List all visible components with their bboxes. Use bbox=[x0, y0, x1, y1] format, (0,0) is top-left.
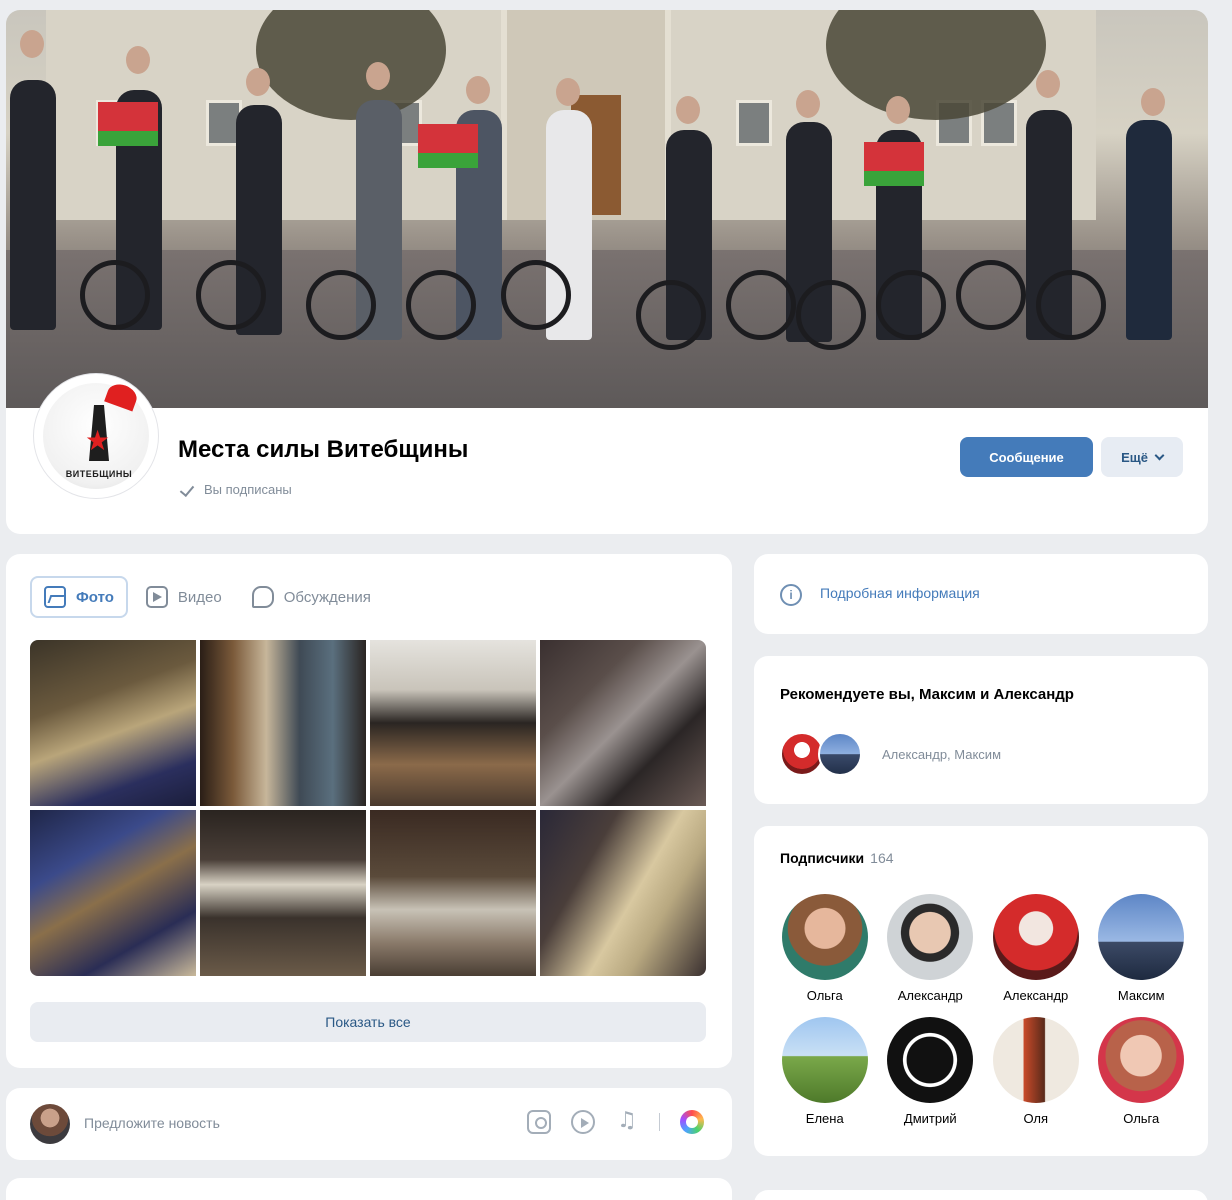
camera-icon[interactable] bbox=[527, 1110, 551, 1134]
avatar bbox=[887, 894, 974, 980]
subscribers-label: Подписчики bbox=[780, 850, 865, 866]
subscriber-item[interactable]: Оля bbox=[983, 1017, 1089, 1126]
avatar bbox=[887, 1017, 974, 1103]
avatar bbox=[1098, 894, 1185, 980]
photo-icon bbox=[44, 586, 66, 608]
photo-thumbnail[interactable] bbox=[200, 810, 366, 976]
tab-photo[interactable]: Фото bbox=[30, 576, 128, 618]
check-icon bbox=[180, 484, 196, 496]
photo-thumbnail[interactable] bbox=[30, 640, 196, 806]
subscriber-item[interactable]: Елена bbox=[772, 1017, 878, 1126]
page-title: Места силы Витебщины bbox=[178, 436, 469, 463]
media-tabs: Фото Видео Обсуждения bbox=[30, 576, 383, 618]
tab-discussions[interactable]: Обсуждения bbox=[240, 576, 383, 618]
recommend-names[interactable]: Александр, Максим bbox=[882, 747, 1001, 762]
media-block: Фото Видео Обсуждения Показать все bbox=[6, 554, 732, 1068]
tab-label: Фото bbox=[76, 588, 114, 606]
more-button-label: Ещё bbox=[1121, 449, 1148, 465]
info-block[interactable]: i Подробная информация bbox=[754, 554, 1208, 634]
avatar bbox=[992, 894, 1079, 980]
photo-thumbnail[interactable] bbox=[370, 810, 536, 976]
subscriber-name: Александр bbox=[1003, 988, 1069, 1003]
color-picker-icon[interactable] bbox=[680, 1110, 704, 1134]
avatar bbox=[992, 1017, 1079, 1103]
subscriber-item[interactable]: Максим bbox=[1089, 894, 1195, 1003]
details-link[interactable]: Подробная информация bbox=[820, 585, 980, 601]
photo-thumbnail[interactable] bbox=[370, 640, 536, 806]
recommend-block: Рекомендуете вы, Максим и Александр Алек… bbox=[754, 656, 1208, 804]
subscriber-item[interactable]: Александр bbox=[983, 894, 1089, 1003]
show-all-button[interactable]: Показать все bbox=[30, 1002, 706, 1042]
divider bbox=[659, 1113, 660, 1131]
photo-thumbnail[interactable] bbox=[540, 640, 706, 806]
video-icon bbox=[145, 586, 168, 608]
subscriber-item[interactable]: Александр bbox=[878, 894, 984, 1003]
tab-label: Видео bbox=[177, 588, 222, 606]
avatar bbox=[781, 894, 868, 980]
photo-thumbnail[interactable] bbox=[200, 640, 366, 806]
photo-grid bbox=[30, 640, 706, 976]
group-avatar[interactable]: ★ ВИТЕБЩИНЫ bbox=[34, 374, 158, 498]
subscriber-name: Елена bbox=[805, 1111, 844, 1126]
recommend-title: Рекомендуете вы, Максим и Александр bbox=[780, 686, 1074, 703]
subscribers-block: Подписчики 164 Ольга Александр Александр … bbox=[754, 826, 1208, 1156]
recommend-avatars[interactable] bbox=[780, 732, 862, 776]
photo-thumbnail[interactable] bbox=[540, 810, 706, 976]
video-icon[interactable] bbox=[571, 1110, 595, 1134]
subscriber-name: Дмитрий bbox=[903, 1111, 957, 1126]
photo-thumbnail[interactable] bbox=[30, 810, 196, 976]
cover-photo bbox=[6, 10, 1208, 422]
subscriber-item[interactable]: Ольга bbox=[772, 894, 878, 1003]
subscription-status[interactable]: Вы подписаны bbox=[180, 482, 292, 497]
avatar[interactable] bbox=[818, 732, 862, 776]
subscriber-name: Александр bbox=[897, 988, 963, 1003]
more-button[interactable]: Ещё bbox=[1101, 437, 1183, 477]
tab-video[interactable]: Видео bbox=[134, 576, 234, 618]
music-icon[interactable] bbox=[615, 1108, 639, 1134]
subscription-label: Вы подписаны bbox=[204, 482, 292, 497]
chevron-down-icon bbox=[1154, 450, 1165, 460]
suggest-news: Предложите новость bbox=[6, 1088, 732, 1160]
subscribers-grid: Ольга Александр Александр Максим Елена Д… bbox=[772, 894, 1194, 1126]
subscriber-item[interactable]: Дмитрий bbox=[878, 1017, 984, 1126]
group-header: ★ ВИТЕБЩИНЫ Места силы Витебщины Вы подп… bbox=[6, 374, 1208, 534]
next-card-right bbox=[754, 1190, 1208, 1200]
avatar-caption: ВИТЕБЩИНЫ bbox=[65, 469, 133, 479]
info-icon: i bbox=[780, 584, 802, 606]
subscriber-name: Ольга bbox=[806, 988, 843, 1003]
subscribers-title[interactable]: Подписчики 164 bbox=[780, 850, 894, 866]
subscriber-item[interactable]: Ольга bbox=[1089, 1017, 1195, 1126]
next-card bbox=[6, 1178, 732, 1200]
subscriber-name: Оля bbox=[1023, 1111, 1049, 1126]
avatar[interactable] bbox=[30, 1104, 70, 1144]
subscriber-name: Максим bbox=[1117, 988, 1165, 1003]
subscribers-count: 164 bbox=[870, 850, 894, 866]
subscriber-name: Ольга bbox=[1123, 1111, 1160, 1126]
suggest-news-input[interactable]: Предложите новость bbox=[84, 1115, 220, 1131]
message-button[interactable]: Сообщение bbox=[960, 437, 1093, 477]
chat-icon bbox=[251, 586, 274, 608]
avatar bbox=[781, 1017, 868, 1103]
avatar bbox=[1098, 1017, 1185, 1103]
tab-label: Обсуждения bbox=[283, 588, 371, 606]
